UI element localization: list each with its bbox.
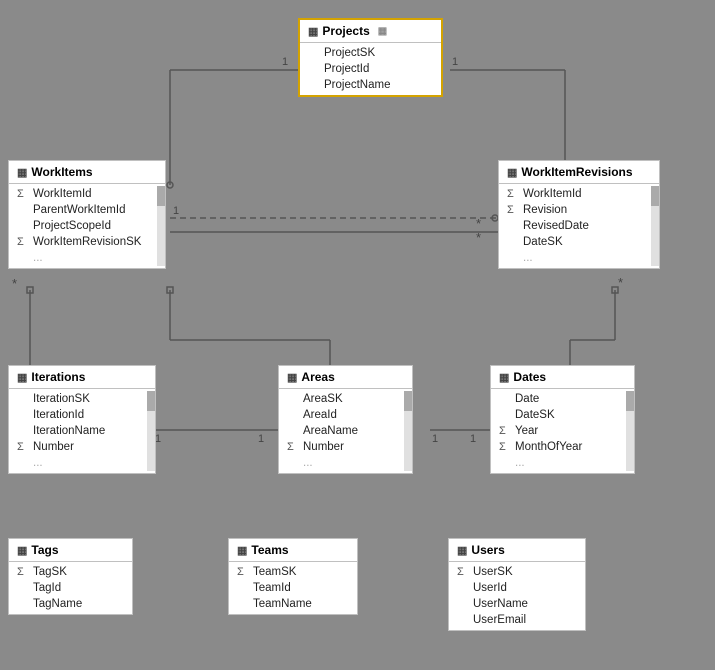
svg-text:*: * (476, 216, 481, 231)
dates-title: Dates (513, 370, 546, 384)
workitems-body: Σ WorkItemId ParentWorkItemId ProjectSco… (9, 184, 165, 268)
table-row: Date (491, 391, 634, 407)
table-row: ... (499, 250, 659, 266)
dates-table-icon: ▦ (499, 371, 509, 384)
workitemrevisions-table: ▦ WorkItemRevisions Σ WorkItemId Σ Revis… (498, 160, 660, 269)
projects-header: ▦ Projects ▦ (300, 20, 441, 43)
iterations-scrollbar[interactable] (147, 391, 155, 471)
table-row: Σ UserSK (449, 564, 585, 580)
table-row: TagName (9, 596, 132, 612)
table-row: ... (491, 455, 634, 471)
table-row: TagId (9, 580, 132, 596)
table-row: UserId (449, 580, 585, 596)
projects-expand-icon[interactable]: ▦ (378, 26, 387, 37)
table-row: Σ TeamSK (229, 564, 357, 580)
table-row: DateSK (499, 234, 659, 250)
table-row: IterationName (9, 423, 155, 439)
table-row: ... (9, 250, 165, 266)
iterations-table: ▦ Iterations IterationSK IterationId Ite… (8, 365, 156, 474)
projects-title: Projects (322, 24, 369, 38)
projects-table: ▦ Projects ▦ ProjectSK ProjectId Project… (298, 18, 443, 97)
teams-body: Σ TeamSK TeamId TeamName (229, 562, 357, 614)
areas-table: ▦ Areas AreaSK AreaId AreaName Σ Number (278, 365, 413, 474)
areas-table-icon: ▦ (287, 371, 297, 384)
dates-scrollbar[interactable] (626, 391, 634, 471)
table-row: ParentWorkItemId (9, 202, 165, 218)
workitems-title: WorkItems (31, 165, 92, 179)
table-row: AreaSK (279, 391, 412, 407)
table-row: AreaName (279, 423, 412, 439)
table-row: Σ Number (279, 439, 412, 455)
table-row: ... (279, 455, 412, 471)
workitemrevisions-table-icon: ▦ (507, 166, 517, 179)
dates-body: Date DateSK Σ Year Σ MonthOfYear ... (491, 389, 634, 473)
teams-header: ▦ Teams (229, 539, 357, 562)
svg-text:1: 1 (258, 433, 264, 445)
teams-table-icon: ▦ (237, 544, 247, 557)
teams-table: ▦ Teams Σ TeamSK TeamId TeamName (228, 538, 358, 615)
users-header: ▦ Users (449, 539, 585, 562)
workitems-table: ▦ WorkItems Σ WorkItemId ParentWorkItemI… (8, 160, 166, 269)
table-row: ProjectSK (300, 45, 441, 61)
table-row: Σ TagSK (9, 564, 132, 580)
svg-text:1: 1 (470, 433, 476, 445)
tags-table-icon: ▦ (17, 544, 27, 557)
iterations-body: IterationSK IterationId IterationName Σ … (9, 389, 155, 473)
projects-body: ProjectSK ProjectId ProjectName (300, 43, 441, 95)
areas-title: Areas (301, 370, 334, 384)
table-row: ProjectScopeId (9, 218, 165, 234)
projects-table-icon: ▦ (308, 25, 318, 38)
table-row: Σ WorkItemId (9, 186, 165, 202)
table-row: Σ Revision (499, 202, 659, 218)
tags-table: ▦ Tags Σ TagSK TagId TagName (8, 538, 133, 615)
table-row: Σ Number (9, 439, 155, 455)
svg-text:1: 1 (452, 56, 458, 68)
table-row: DateSK (491, 407, 634, 423)
users-title: Users (471, 543, 504, 557)
svg-text:1: 1 (282, 56, 288, 68)
workitemrevisions-body: Σ WorkItemId Σ Revision RevisedDate Date… (499, 184, 659, 268)
users-table: ▦ Users Σ UserSK UserId UserName UserEma… (448, 538, 586, 631)
iterations-title: Iterations (31, 370, 85, 384)
iterations-header: ▦ Iterations (9, 366, 155, 389)
table-row: IterationId (9, 407, 155, 423)
users-body: Σ UserSK UserId UserName UserEmail (449, 562, 585, 630)
svg-text:1: 1 (173, 205, 179, 217)
table-row: Σ Year (491, 423, 634, 439)
table-row: TeamName (229, 596, 357, 612)
table-row: IterationSK (9, 391, 155, 407)
table-row: ProjectName (300, 77, 441, 93)
teams-title: Teams (251, 543, 288, 557)
svg-text:*: * (618, 275, 623, 290)
table-row: Σ MonthOfYear (491, 439, 634, 455)
iterations-table-icon: ▦ (17, 371, 27, 384)
svg-text:*: * (476, 230, 481, 245)
tags-title: Tags (31, 543, 58, 557)
workitems-table-icon: ▦ (17, 166, 27, 179)
table-row: ... (9, 455, 155, 471)
dates-table: ▦ Dates Date DateSK Σ Year Σ MonthOfYear (490, 365, 635, 474)
areas-body: AreaSK AreaId AreaName Σ Number ... (279, 389, 412, 473)
table-row: UserEmail (449, 612, 585, 628)
workitems-scrollbar[interactable] (157, 186, 165, 266)
users-table-icon: ▦ (457, 544, 467, 557)
dates-header: ▦ Dates (491, 366, 634, 389)
table-row: RevisedDate (499, 218, 659, 234)
table-row: TeamId (229, 580, 357, 596)
workitemrevisions-title: WorkItemRevisions (521, 165, 632, 179)
table-row: Σ WorkItemRevisionSK (9, 234, 165, 250)
workitemrevisions-scrollbar[interactable] (651, 186, 659, 266)
tags-header: ▦ Tags (9, 539, 132, 562)
table-row: UserName (449, 596, 585, 612)
table-row: AreaId (279, 407, 412, 423)
areas-header: ▦ Areas (279, 366, 412, 389)
table-row: Σ WorkItemId (499, 186, 659, 202)
tags-body: Σ TagSK TagId TagName (9, 562, 132, 614)
svg-text:1: 1 (432, 433, 438, 445)
svg-text:*: * (12, 276, 17, 291)
table-row: ProjectId (300, 61, 441, 77)
workitems-header: ▦ WorkItems (9, 161, 165, 184)
workitemrevisions-header: ▦ WorkItemRevisions (499, 161, 659, 184)
areas-scrollbar[interactable] (404, 391, 412, 471)
